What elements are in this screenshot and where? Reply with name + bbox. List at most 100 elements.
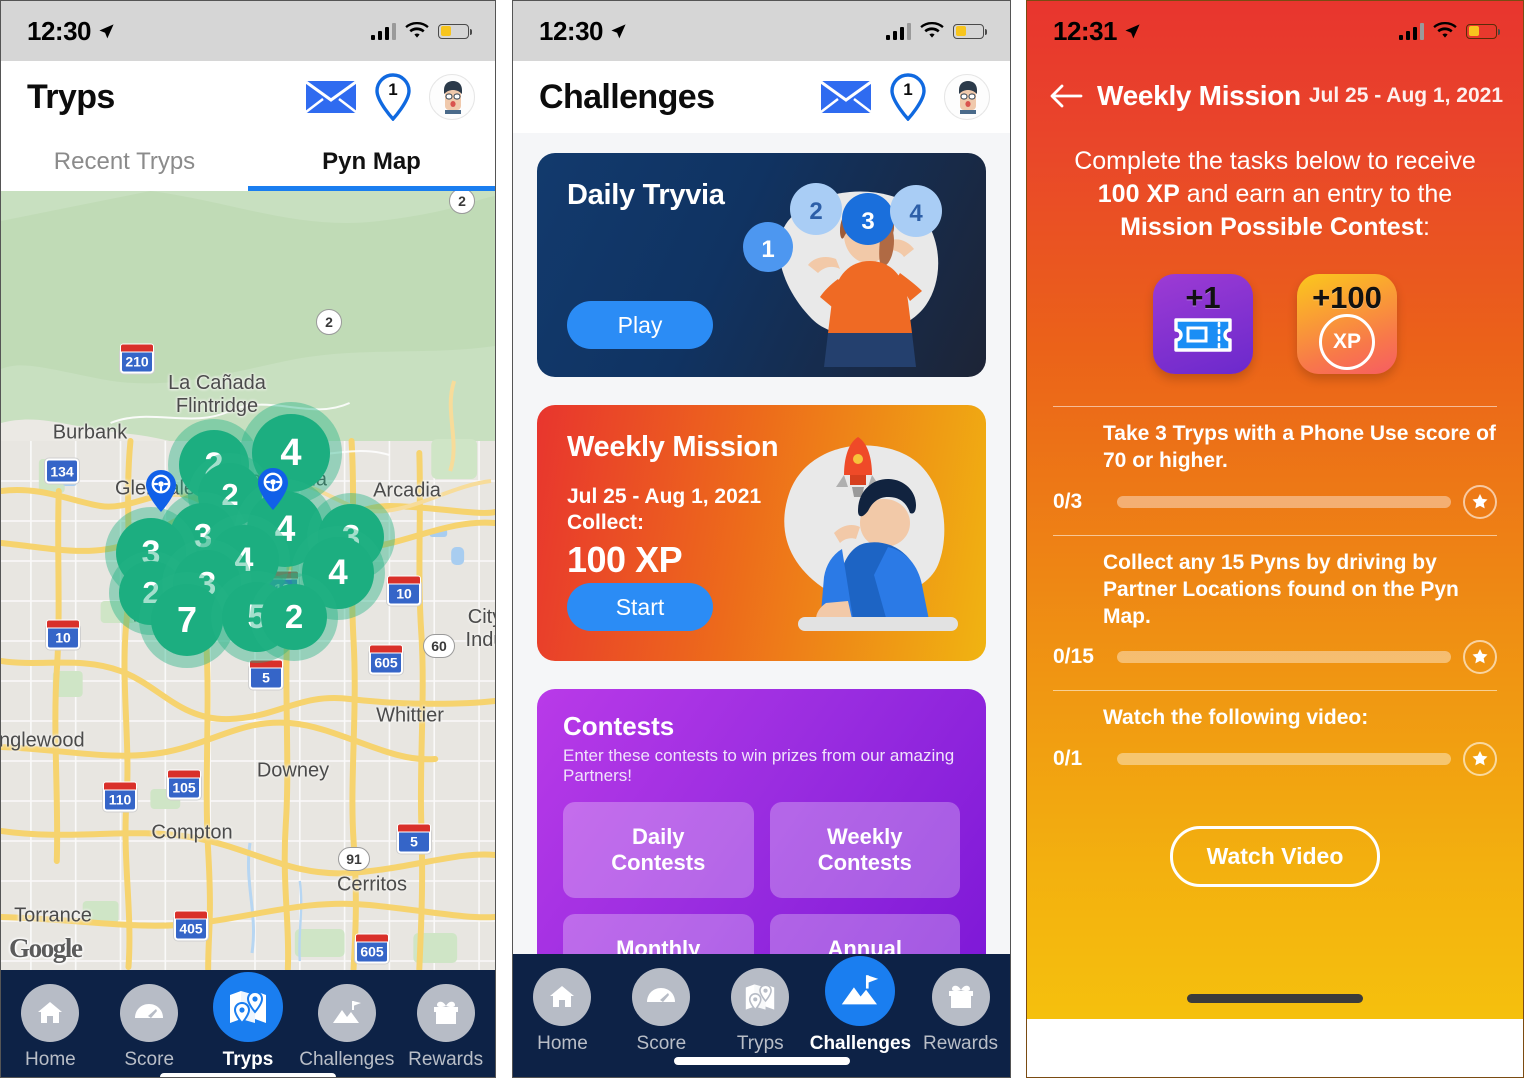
mission-description: Complete the tasks below to receive 100 …: [1027, 123, 1523, 244]
task-star-icon[interactable]: [1463, 742, 1497, 777]
nav-item-home[interactable]: Home: [513, 968, 612, 1055]
nav-label-rewards: Rewards: [923, 1033, 999, 1054]
nav-item-challenges[interactable]: Challenges: [810, 956, 911, 1055]
three-phone-screenshot: 12:30 Tryps 1 Recent Tryps Pyn Map Googl…: [0, 0, 1524, 1078]
xp-reward-badge: +100 XP: [1297, 274, 1397, 374]
route-marker-icon: 91: [338, 847, 370, 871]
play-button[interactable]: Play: [567, 301, 713, 349]
page-title: Challenges: [539, 77, 715, 116]
nav-label-challenges: Challenges: [299, 1049, 395, 1070]
task-progress-bar: [1117, 495, 1451, 508]
avatar[interactable]: [944, 74, 990, 120]
contests-subtitle: Enter these contests to win prizes from …: [563, 746, 955, 785]
avatar[interactable]: [429, 74, 475, 120]
app-header: Challenges 1: [513, 61, 1010, 133]
route-marker-icon: 60: [423, 634, 455, 658]
pyn-count-badge[interactable]: 1: [373, 73, 413, 122]
ticket-icon: [1174, 318, 1232, 352]
status-time-wrap: 12:30: [539, 16, 627, 47]
google-attribution: Google: [9, 933, 83, 963]
nav-item-score[interactable]: Score: [612, 968, 711, 1055]
app-header: Tryps 1: [1, 61, 495, 133]
phone-screen-weekly-mission: 12:31 Weekly Mission Jul 25 - Aug 1, 202…: [1026, 0, 1524, 1078]
mission-detail: 12:31 Weekly Mission Jul 25 - Aug 1, 202…: [1027, 1, 1523, 1019]
map-place-label: City Indu: [465, 606, 495, 651]
map-place-label: Torrance: [14, 904, 92, 927]
nav-item-tryps[interactable]: Tryps: [199, 972, 298, 1071]
contest-tile-daily[interactable]: Daily Contests: [563, 802, 754, 898]
gauge-icon: [632, 968, 691, 1026]
highway-shield-icon: 5: [249, 659, 283, 690]
status-bar: 12:30: [1, 1, 495, 61]
map-place-label: Whittier: [376, 704, 444, 727]
nav-label-home: Home: [25, 1049, 76, 1070]
steering-wheel-pin-icon[interactable]: [144, 469, 178, 513]
highway-shield-icon: 405: [174, 910, 208, 941]
nav-item-score[interactable]: Score: [100, 984, 199, 1071]
cluster-count: 7: [176, 599, 198, 640]
status-time: 12:31: [1053, 15, 1118, 46]
cluster-count: 4: [328, 553, 348, 592]
pyn-count-badge[interactable]: 1: [888, 73, 928, 122]
reward-badges: +1 +100 XP: [1027, 274, 1523, 374]
task-description: Take 3 Tryps with a Phone Use score of 7…: [1103, 422, 1496, 472]
desc-bold-xp: 100 XP: [1097, 180, 1180, 208]
highway-shield-icon: 605: [355, 933, 389, 964]
mountain-flag-icon: [825, 956, 896, 1026]
tab-bar: Recent Tryps Pyn Map: [1, 133, 495, 191]
start-button[interactable]: Start: [567, 583, 713, 631]
wifi-icon: [1433, 22, 1457, 38]
status-time: 12:30: [539, 15, 604, 46]
cluster-count: 2: [284, 598, 304, 635]
avatar-face-icon: [959, 81, 977, 114]
battery-icon: [953, 23, 987, 39]
back-arrow-icon[interactable]: [1049, 83, 1083, 109]
nav-item-tryps[interactable]: Tryps: [711, 968, 810, 1055]
map-pin-icon: [731, 968, 790, 1026]
svg-text:2: 2: [809, 198, 822, 225]
map-cluster-marker[interactable]: 2: [250, 573, 338, 661]
task-count: 0/15: [1053, 645, 1094, 669]
tab-recent-tryps[interactable]: Recent Tryps: [1, 133, 248, 191]
mission-date-range: Jul 25 - Aug 1, 2021: [1308, 84, 1503, 107]
daily-tryvia-card[interactable]: Daily Tryvia Play 1 2 3 4: [537, 153, 986, 377]
nav-item-rewards[interactable]: Rewards: [396, 984, 495, 1071]
tab-pyn-map[interactable]: Pyn Map: [248, 133, 495, 191]
mail-icon[interactable]: [820, 79, 872, 115]
tryvia-illustration: 1 2 3 4: [743, 183, 942, 367]
contest-tile-monthly[interactable]: Monthly Contests: [563, 914, 754, 954]
contest-tile-annual[interactable]: Annual Contests: [769, 914, 960, 954]
status-time: 12:30: [27, 15, 92, 46]
pyn-count-value: 1: [903, 80, 913, 99]
nav-item-challenges[interactable]: Challenges: [297, 984, 396, 1071]
ticket-reward-badge: +1: [1153, 274, 1253, 374]
desc-part-2: and earn an entry to the: [1179, 180, 1453, 208]
contest-tile-weekly[interactable]: Weekly Contests: [769, 802, 960, 898]
bottom-nav: Home Score Tryps Challenges Rewards: [513, 954, 1010, 1077]
status-bar: 12:30: [513, 1, 1010, 61]
weekly-mission-card[interactable]: Weekly Mission Jul 25 - Aug 1, 2021 Coll…: [537, 405, 986, 661]
pyn-count-value: 1: [388, 80, 398, 99]
task-list: Take 3 Tryps with a Phone Use score of 7…: [1027, 406, 1523, 792]
watch-video-button[interactable]: Watch Video: [1169, 826, 1381, 888]
mission-illustration: [784, 437, 958, 631]
svg-text:3: 3: [861, 208, 874, 235]
highway-shield-icon: 105: [167, 769, 201, 800]
task-progress-row: 0/15: [1053, 640, 1497, 675]
battery-icon: [1466, 23, 1500, 39]
nav-item-rewards[interactable]: Rewards: [911, 968, 1010, 1055]
pyn-map[interactable]: Google La Cañada FlintridgeBurbankGlenda…: [1, 191, 495, 970]
task-star-icon[interactable]: [1463, 484, 1497, 519]
header-actions: 1: [305, 73, 475, 122]
highway-shield-icon: 134: [45, 458, 79, 484]
nav-item-home[interactable]: Home: [1, 984, 100, 1071]
gift-icon: [416, 984, 475, 1042]
desc-part-3: :: [1422, 213, 1430, 241]
home-icon: [533, 968, 592, 1026]
steering-wheel-pin-icon[interactable]: [256, 467, 290, 511]
task-star-icon[interactable]: [1463, 640, 1497, 675]
task-count: 0/3: [1053, 489, 1083, 513]
avatar-face-icon: [444, 81, 462, 114]
mail-icon[interactable]: [305, 79, 357, 115]
ticket-reward-amount: +1: [1185, 280, 1221, 315]
